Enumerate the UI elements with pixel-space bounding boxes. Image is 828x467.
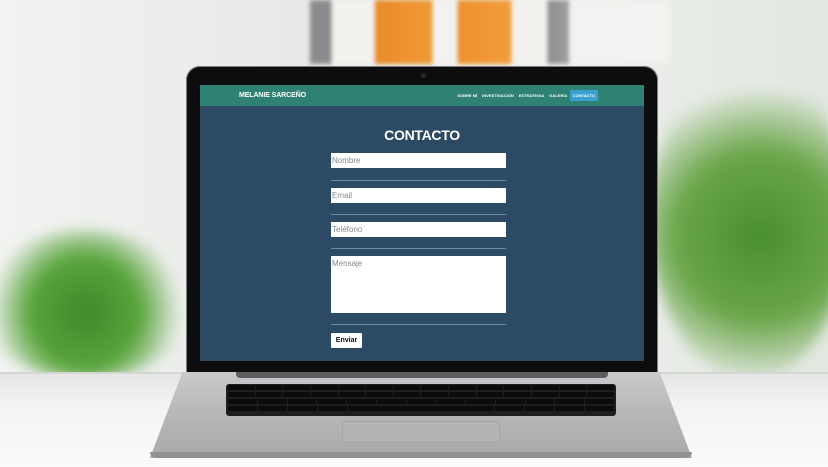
divider [331, 180, 506, 181]
nav-item-estrategia[interactable]: ESTRATEGIA [516, 93, 546, 98]
laptop-hinge [236, 372, 608, 378]
laptop-screen: MELANIE SARCEÑO SOBRE MÍ INVESTIGACIÓN E… [200, 85, 644, 361]
divider [331, 248, 506, 249]
trackpad [342, 421, 500, 443]
name-field[interactable]: Nombre [331, 153, 506, 168]
message-field[interactable]: Mensaje [331, 256, 506, 313]
laptop-front-edge [150, 452, 692, 458]
nav-item-galeria[interactable]: GALERÍA [547, 93, 570, 98]
site-brand[interactable]: MELANIE SARCEÑO [239, 92, 306, 99]
webcam-icon [421, 73, 426, 78]
phone-field[interactable]: Teléfono [331, 222, 506, 237]
submit-button[interactable]: Enviar [331, 333, 362, 348]
site-navbar: MELANIE SARCEÑO SOBRE MÍ INVESTIGACIÓN E… [200, 85, 644, 106]
site-nav: SOBRE MÍ INVESTIGACIÓN ESTRATEGIA GALERÍ… [455, 90, 598, 101]
laptop-keyboard [226, 384, 616, 416]
nav-item-contacto[interactable]: CONTACTO [569, 90, 598, 101]
nav-item-sobre-mi[interactable]: SOBRE MÍ [455, 93, 480, 98]
nav-item-investigacion[interactable]: INVESTIGACIÓN [480, 93, 517, 98]
page-title: CONTACTO [384, 127, 460, 143]
divider [331, 324, 506, 325]
bookshelf [310, 0, 670, 64]
email-field[interactable]: Email [331, 188, 506, 203]
divider [331, 214, 506, 215]
